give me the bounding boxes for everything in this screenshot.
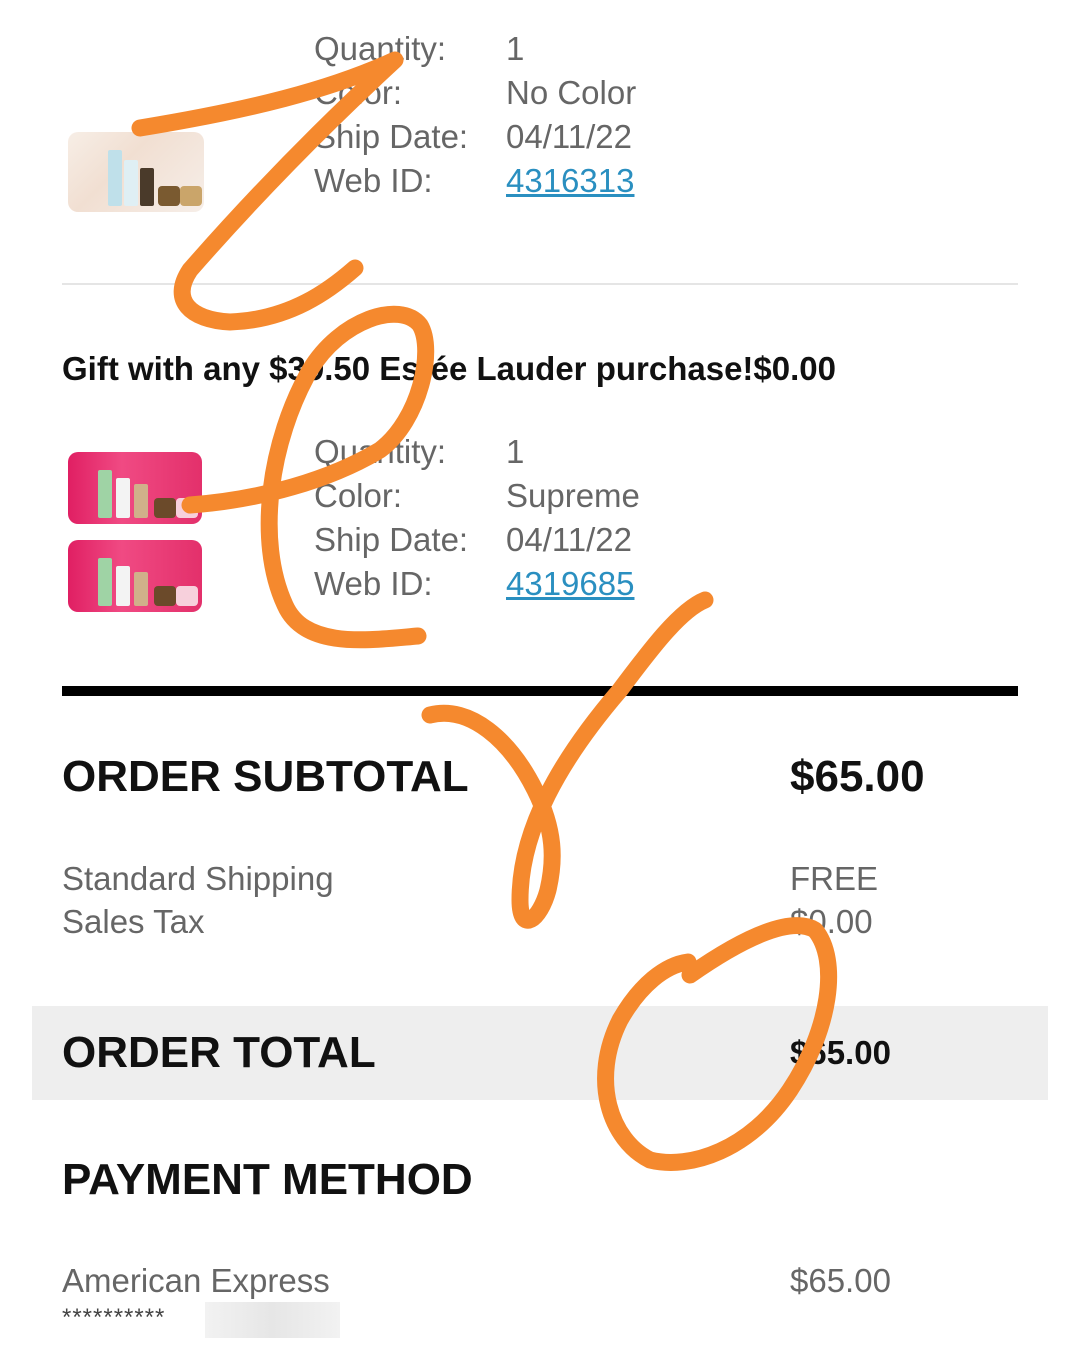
color-label: Color: — [314, 477, 403, 514]
ship-date-value: 04/11/22 — [506, 118, 633, 155]
bottle-icon — [98, 470, 112, 518]
quantity-label: Quantity: — [314, 30, 447, 67]
sales-tax-label: Sales Tax — [62, 903, 205, 940]
jar-icon — [176, 586, 198, 606]
section-divider — [62, 686, 1018, 696]
payment-card-name: American Express — [62, 1262, 330, 1299]
product-image-travel-bag[interactable] — [68, 132, 204, 212]
jar-icon — [158, 186, 180, 206]
jar-icon — [154, 498, 176, 518]
payment-method-title: PAYMENT METHOD — [62, 1155, 473, 1204]
bottle-icon — [124, 160, 138, 206]
gift-price: $0.00 — [753, 350, 836, 387]
order-total-value: $65.00 — [790, 1034, 891, 1071]
bottle-icon — [134, 484, 148, 518]
product-image-pink-bag[interactable] — [68, 452, 202, 524]
order-subtotal-value: $65.00 — [790, 752, 925, 801]
bottle-icon — [134, 572, 148, 606]
web-id-link[interactable]: 4316313 — [506, 162, 634, 200]
sales-tax-value: $0.00 — [790, 903, 873, 940]
order-total-label: ORDER TOTAL — [62, 1028, 376, 1077]
scribble-y-stroke — [421, 591, 714, 929]
bottle-icon — [116, 478, 130, 518]
web-id-label: Web ID: — [314, 565, 433, 602]
order-subtotal-label: ORDER SUBTOTAL — [62, 752, 469, 801]
color-value: Supreme — [506, 477, 640, 514]
ship-date-label: Ship Date: — [314, 521, 469, 558]
gift-title: Gift with any $39.50 Estée Lauder purcha… — [62, 350, 836, 388]
bottle-icon — [98, 558, 112, 606]
divider — [62, 283, 1018, 285]
gift-title-text: Gift with any $39.50 Estée Lauder purcha… — [62, 350, 754, 387]
payment-amount: $65.00 — [790, 1262, 891, 1299]
masked-card-number: ********** — [62, 1304, 166, 1331]
web-id-label: Web ID: — [314, 162, 433, 199]
bottle-icon — [140, 168, 154, 206]
bottle-icon — [108, 150, 122, 206]
color-label: Color: — [314, 74, 403, 111]
quantity-value: 1 — [506, 433, 525, 470]
redaction-blur — [205, 1302, 340, 1338]
bottle-icon — [116, 566, 130, 606]
quantity-label: Quantity: — [314, 433, 447, 470]
shipping-label: Standard Shipping — [62, 860, 334, 897]
color-value: No Color — [506, 74, 637, 111]
product-image-pink-bag[interactable] — [68, 540, 202, 612]
jar-icon — [154, 586, 176, 606]
jar-icon — [176, 498, 198, 518]
ship-date-label: Ship Date: — [314, 118, 469, 155]
web-id-link[interactable]: 4319685 — [506, 565, 634, 603]
shipping-value: FREE — [790, 860, 879, 897]
jar-icon — [180, 186, 202, 206]
ship-date-value: 04/11/22 — [506, 521, 633, 558]
quantity-value: 1 — [506, 30, 525, 67]
